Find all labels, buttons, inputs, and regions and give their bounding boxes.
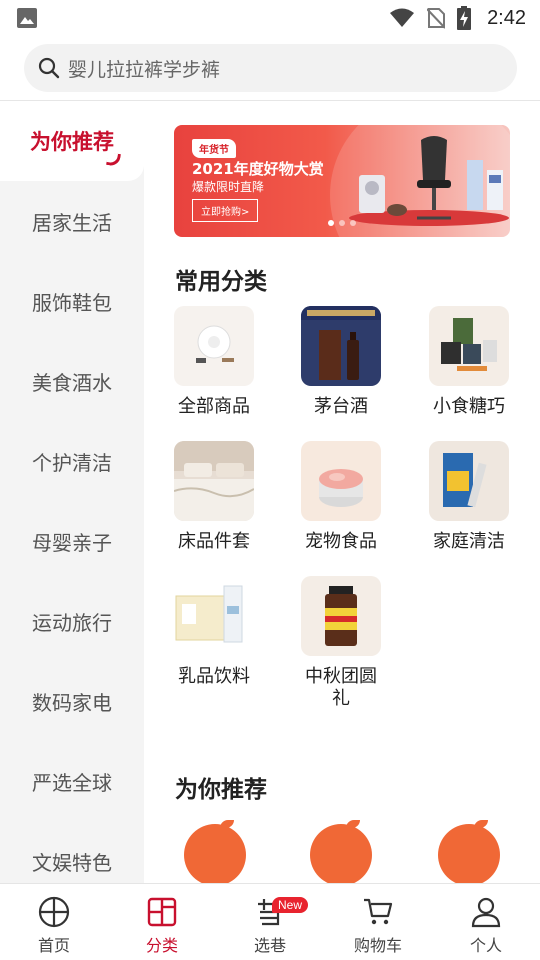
pet-food-can-image <box>301 441 381 521</box>
sidebar-item-apparel[interactable]: 服饰鞋包 <box>0 261 144 341</box>
banner-pagination <box>328 220 356 226</box>
category-all-products[interactable]: 全部商品 <box>159 306 269 418</box>
category-sidebar: 为你推荐 居家生活 服饰鞋包 美食酒水 个护清洁 母婴亲子 运动旅行 数码家电 … <box>0 101 144 883</box>
category-dairy-drinks[interactable]: 乳品饮料 <box>159 576 269 688</box>
recommend-item-image <box>184 824 246 886</box>
pillow-products-image <box>174 306 254 386</box>
category-bedding[interactable]: 床品件套 <box>159 441 269 553</box>
recommend-item-image <box>310 824 372 886</box>
sidebar-item-sports-travel[interactable]: 运动旅行 <box>0 581 144 661</box>
wifi-icon <box>390 8 415 27</box>
recommend-item[interactable] <box>306 820 376 886</box>
category-label: 乳品饮料 <box>178 666 250 687</box>
category-pet-food[interactable]: 宠物食品 <box>286 441 396 553</box>
baijiu-bottle-image <box>301 306 381 386</box>
category-label: 宠物食品 <box>305 531 377 552</box>
banner-products-image <box>359 136 503 220</box>
category-snacks-candy[interactable]: 小食糖巧 <box>414 306 524 418</box>
banner-buy-button[interactable]: 立即抢购> <box>192 199 259 222</box>
status-bar: 2:42 <box>0 0 540 36</box>
recommend-item[interactable] <box>434 820 504 886</box>
banner-dot <box>350 220 356 226</box>
tab-profile[interactable]: 个人 <box>432 884 540 960</box>
sidebar-item-electronics[interactable]: 数码家电 <box>0 661 144 741</box>
person-icon <box>471 897 501 928</box>
tab-label: 选巷 <box>253 936 286 955</box>
category-label: 茅台酒 <box>314 396 368 417</box>
category-label: 小食糖巧 <box>433 396 505 417</box>
search-icon <box>38 57 60 79</box>
tab-home[interactable]: 首页 <box>0 884 108 960</box>
search-placeholder: 婴儿拉拉裤学步裤 <box>68 58 221 81</box>
common-categories-title: 常用分类 <box>175 269 267 295</box>
cart-icon <box>364 898 393 925</box>
milk-box-image <box>174 576 254 656</box>
snacks-image <box>429 306 509 386</box>
tab-category[interactable]: 分类 <box>108 884 216 960</box>
tab-label: 首页 <box>37 936 70 955</box>
category-moutai[interactable]: 茅台酒 <box>286 306 396 418</box>
sidebar-item-food-drinks[interactable]: 美食酒水 <box>0 341 144 421</box>
category-label: 家庭清洁 <box>433 531 505 552</box>
banner-tag: 年货节 <box>192 139 236 158</box>
category-label: 全部商品 <box>178 396 250 417</box>
category-icon <box>147 897 177 927</box>
tab-label: 个人 <box>469 936 502 955</box>
battery-charging-icon <box>457 6 472 30</box>
leaf-decoration <box>474 820 488 828</box>
sidebar-item-global[interactable]: 严选全球 <box>0 741 144 821</box>
bottom-tab-bar: 首页 分类 New 选巷 购物车 个人 <box>0 883 540 960</box>
tab-label: 购物车 <box>353 936 402 955</box>
no-sim-icon <box>427 8 446 29</box>
leaf-decoration <box>346 820 360 828</box>
search-bar[interactable]: 婴儿拉拉裤学步裤 <box>24 44 517 92</box>
recommend-title: 为你推荐 <box>175 777 267 803</box>
bedding-image <box>174 441 254 521</box>
image-notification-icon <box>17 8 37 28</box>
banner-dot <box>339 220 345 226</box>
supplement-bottle-image <box>301 576 381 656</box>
sidebar-item-recommend[interactable]: 为你推荐 <box>0 101 144 181</box>
sidebar-item-personal-care[interactable]: 个护清洁 <box>0 421 144 501</box>
tab-alley[interactable]: New 选巷 <box>216 884 324 960</box>
tab-cart[interactable]: 购物车 <box>324 884 432 960</box>
promo-banner[interactable]: 年货节 2021年度好物大赏 爆款限时直降 立即抢购> <box>174 125 510 237</box>
banner-title: 2021年度好物大赏 <box>192 160 324 178</box>
banner-subtitle: 爆款限时直降 <box>192 180 265 194</box>
new-badge: New <box>272 897 309 913</box>
category-label: 中秋团圆礼 <box>305 666 377 709</box>
tab-label: 分类 <box>145 936 178 955</box>
recommend-item[interactable] <box>180 820 250 886</box>
home-ball-icon <box>38 896 70 928</box>
category-household-cleaning[interactable]: 家庭清洁 <box>414 441 524 553</box>
clock: 2:42 <box>487 6 526 29</box>
banner-dot <box>328 220 334 226</box>
recommend-item-image <box>438 824 500 886</box>
cleaning-wipes-image <box>429 441 509 521</box>
category-label: 床品件套 <box>178 531 250 552</box>
category-mid-autumn-gift[interactable]: 中秋团圆礼 <box>286 576 396 710</box>
sidebar-item-home-living[interactable]: 居家生活 <box>0 181 144 261</box>
sidebar-active-label: 为你推荐 <box>30 126 114 156</box>
leaf-decoration <box>220 820 234 828</box>
sidebar-item-mother-baby[interactable]: 母婴亲子 <box>0 501 144 581</box>
